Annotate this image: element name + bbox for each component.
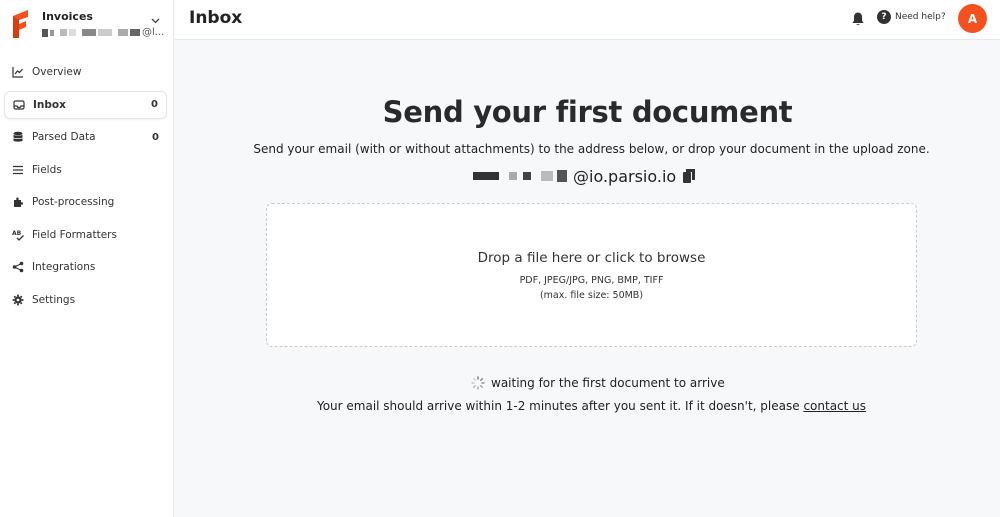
waiting-status: waiting for the first document to arrive — [471, 376, 725, 390]
dropzone-title: Drop a file here or click to browse — [477, 250, 706, 266]
chevron-down-icon[interactable] — [151, 16, 160, 27]
dropzone-file-types: PDF, JPEG/JPG, PNG, BMP, TIFF — [519, 275, 664, 286]
dropzone-max-size: (max. file size: 50MB) — [539, 290, 644, 301]
empty-state-headline: Send your first document — [382, 95, 793, 129]
copy-icon[interactable] — [682, 168, 696, 184]
sidebar-item-overview[interactable]: Overview — [4, 58, 167, 86]
sidebar-item-integrations[interactable]: Integrations — [4, 253, 167, 281]
sidebar-item-count: 0 — [151, 99, 158, 110]
sidebar-item-label: Settings — [32, 293, 76, 306]
sidebar-item-label: Integrations — [32, 261, 96, 273]
gear-icon — [12, 294, 24, 306]
workspace-name: Invoices — [42, 10, 93, 23]
sidebar-item-label: Post-processing — [32, 196, 115, 208]
bell-icon[interactable] — [851, 11, 865, 27]
sidebar-nav: Overview Inbox 0 Parsed Data 0 Fields Po… — [4, 58, 167, 318]
waiting-text: waiting for the first document to arrive — [491, 376, 725, 390]
parsio-logo-icon — [13, 10, 28, 38]
inbox-icon — [13, 99, 25, 111]
workspace-email-suffix: @l... — [142, 27, 165, 38]
chart-line-icon — [12, 66, 24, 78]
sidebar-item-count: 0 — [152, 131, 159, 143]
sidebar-item-inbox[interactable]: Inbox 0 — [4, 90, 167, 119]
sidebar-item-label: Overview — [32, 66, 82, 78]
inbox-email-domain: @io.parsio.io — [573, 166, 677, 186]
sidebar-item-settings[interactable]: Settings — [4, 286, 167, 314]
database-icon — [12, 131, 24, 143]
question-circle-icon: ? — [877, 10, 891, 24]
puzzle-icon — [12, 196, 24, 208]
upload-dropzone[interactable]: Drop a file here or click to browse PDF,… — [266, 203, 917, 347]
sidebar-item-label: Field Formatters — [32, 228, 117, 241]
workspace-switcher[interactable]: Invoices @l... — [10, 8, 170, 44]
inbox-empty-state: Send your first document Send your email… — [175, 41, 1000, 517]
empty-state-instructions: Send your email (with or without attachm… — [253, 142, 930, 156]
sidebar-item-field-formatters[interactable]: AB Field Formatters — [4, 221, 167, 249]
avatar[interactable]: A — [958, 4, 987, 33]
sidebar-item-fields[interactable]: Fields — [4, 156, 167, 184]
loading-spinner-icon — [471, 376, 485, 390]
list-icon — [12, 164, 24, 176]
spellcheck-icon: AB — [12, 229, 24, 241]
sidebar-item-parsed-data[interactable]: Parsed Data 0 — [4, 123, 167, 151]
arrival-note-text: Your email should arrive within 1-2 minu… — [316, 399, 804, 413]
share-nodes-icon — [12, 261, 24, 273]
arrival-note: Your email should arrive within 1-2 minu… — [175, 399, 1000, 413]
top-header: Inbox ? Need help? A — [175, 0, 1000, 40]
workspace-email: @l... — [42, 27, 164, 38]
contact-us-link[interactable]: contact us — [803, 399, 866, 413]
sidebar-item-label: Fields — [32, 163, 62, 176]
need-help-button[interactable]: ? Need help? — [877, 10, 946, 24]
svg-text:AB: AB — [12, 230, 22, 237]
need-help-label: Need help? — [895, 12, 946, 22]
inbox-email-address: @io.parsio.io — [473, 165, 696, 187]
sidebar-item-label: Parsed Data — [32, 131, 96, 143]
page-title: Inbox — [189, 8, 243, 28]
sidebar-item-label: Inbox — [33, 98, 66, 111]
sidebar-item-post-processing[interactable]: Post-processing — [4, 188, 167, 216]
sidebar: Invoices @l... Overview Inbox 0 Parsed D… — [0, 0, 174, 517]
